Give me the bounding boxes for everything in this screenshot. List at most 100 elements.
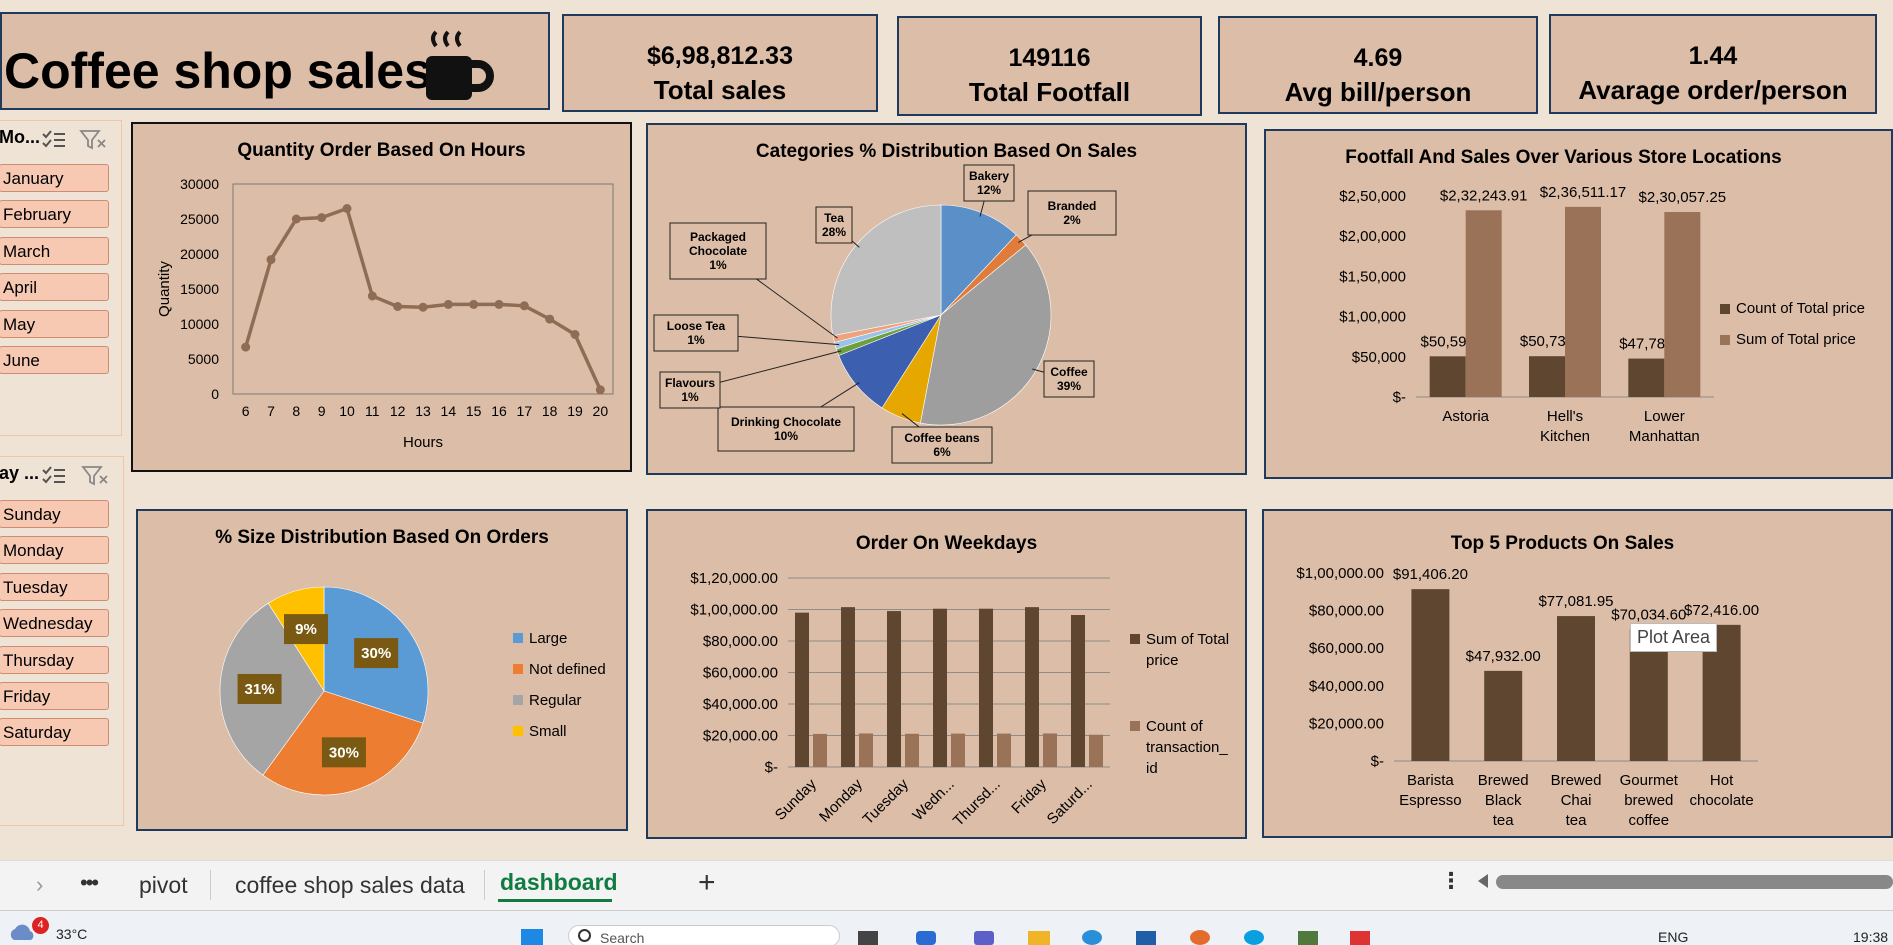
store-location-chart-panel[interactable]: Footfall And Sales Over Various Store Lo… [1264,129,1893,479]
y-tick-label: $40,000.00 [1309,678,1384,695]
bar [887,611,901,767]
slicer-item-saturday[interactable]: Saturday [0,718,109,746]
slice-percent-label: 10% [774,429,798,443]
plot-area [232,183,614,395]
x-tick-label: Chai [1561,792,1592,809]
legend-label: Large [529,630,567,647]
y-tick-label: $1,00,000.00 [1296,565,1384,582]
clear-filter-icon[interactable] [81,464,109,488]
legend-swatch [513,695,523,705]
slicer-item-wednesday[interactable]: Wednesday [0,609,109,637]
x-tick-label: 12 [390,403,406,419]
data-label: $2,30,057.25 [1639,189,1727,206]
slicer-item-april[interactable]: April [0,273,109,301]
x-tick-label: 8 [292,403,300,419]
top-products-chart-panel[interactable]: Top 5 Products On Sales $1,00,000.00 $80,… [1262,509,1893,838]
search-icon [578,929,591,942]
scroll-left-icon[interactable] [1478,874,1488,888]
x-tick-label: Saturd... [1044,776,1096,828]
taskbar-app-icon[interactable] [1082,930,1102,945]
taskbar-app-icon[interactable] [916,931,936,945]
x-tick-label: 9 [318,403,326,419]
weekday-chart-panel[interactable]: Order On Weekdays $1,20,000.00 $1,00,000.… [646,509,1247,839]
slice-name-label: Packaged [690,230,746,244]
data-point [545,314,555,324]
series-line [243,206,602,391]
slicer-item-tuesday[interactable]: Tuesday [0,573,109,601]
taskbar-app-icon[interactable] [1028,931,1050,945]
y-tick-label: $- [1393,389,1406,406]
data-point [494,299,504,309]
slice-name-label: Tea [824,211,844,225]
clock[interactable]: 19:38 [1853,929,1888,945]
add-sheet-icon[interactable]: + [698,866,716,900]
x-tick-label: 15 [466,403,482,419]
multi-select-icon[interactable] [41,465,67,487]
slice-name-label: Coffee [1050,365,1088,379]
bar [813,733,827,767]
slicer-item-february[interactable]: February [0,200,109,228]
tab-pivot[interactable]: pivot [139,872,188,899]
category-pie-chart: Bakery12% Branded2% Coffee39% Coffee beans6… [653,164,1117,464]
sheet-nav-next-icon[interactable]: › [36,872,43,898]
slice-name-label: Flavours [665,376,715,390]
slicer-item-sunday[interactable]: Sunday [0,500,109,528]
size-pie-chart-panel[interactable]: % Size Distribution Based On Orders 30% L… [136,509,628,831]
weather-temp: 33°C [56,926,88,942]
slicer-item-thursday[interactable]: Thursday [0,646,109,674]
taskbar-app-icon[interactable] [1136,931,1156,945]
y-tick-label: $20,000.00 [703,728,778,745]
legend-label: Sum of Total [1146,631,1229,648]
horizontal-scrollbar[interactable] [1496,875,1893,889]
legend-swatch [1130,721,1140,731]
kpi-label: Total sales [653,75,787,105]
x-tick-label: Thursd... [950,776,1004,830]
slicer-item-monday[interactable]: Monday [0,536,109,564]
more-sheets-icon[interactable]: ••• [80,870,99,896]
slicer-item-june[interactable]: June [0,346,109,374]
data-label: $72,416.00 [1684,602,1759,619]
windows-start-icon[interactable] [521,929,543,945]
x-tick-label: Astoria [1442,408,1489,425]
month-slicer[interactable]: Mo... January February March April May J… [0,120,122,436]
taskbar-app-icon[interactable] [1350,931,1370,945]
kpi-avg-order: 1.44 Avarage order/person [1549,14,1877,114]
bar [1484,670,1523,761]
x-tick-label: tea [1493,812,1515,829]
slicer-item-friday[interactable]: Friday [0,682,109,710]
more-options-icon[interactable]: ⋮ [1440,868,1462,894]
slicer-title: Mo... [0,127,40,147]
x-tick-label: 13 [415,403,431,419]
slicer-item-march[interactable]: March [0,237,109,265]
multi-select-icon[interactable] [41,129,67,151]
legend-label: Not defined [529,661,606,678]
category-pie-chart-panel[interactable]: Categories % Distribution Based On Sales… [646,123,1247,475]
taskbar-app-icon[interactable] [858,931,878,945]
tab-divider [484,870,485,900]
tab-divider [210,870,211,900]
taskbar-app-icon[interactable] [1244,930,1264,945]
data-label: 31% [245,681,275,698]
taskbar-app-icon[interactable] [1298,931,1318,945]
day-slicer[interactable]: ay ... Sunday Monday Tuesday Wednesday T… [0,456,124,826]
x-tick-label: 16 [491,403,507,419]
x-tick-label: Tuesday [860,775,913,828]
slice-percent-label: 6% [933,445,951,459]
x-tick-label: Espresso [1399,792,1462,809]
y-tick-label: $1,00,000.00 [690,602,778,619]
slicer-item-may[interactable]: May [0,310,109,338]
tab-coffee-shop-sales-data[interactable]: coffee shop sales data [235,872,465,899]
legend-swatch [1130,634,1140,644]
store-location-bar-chart: $2,50,000 $2,00,000 $1,50,000 $1,00,000 $50,… [1339,184,1865,445]
hours-line-chart-panel[interactable]: Quantity Order Based On Hours 30000 25000… [131,122,632,472]
top-products-bar-chart: $1,00,000.00 $80,000.00 $60,000.00 $40,000.… [1296,565,1759,829]
data-label: $2,32,243.91 [1440,187,1528,204]
slice-percent-label: 2% [1063,213,1081,227]
taskbar-app-icon[interactable] [1190,930,1210,945]
taskbar-app-icon[interactable] [974,931,994,945]
clear-filter-icon[interactable] [79,128,107,152]
slice-name-label: Loose Tea [667,319,726,333]
slicer-item-january[interactable]: January [0,164,109,192]
language-indicator[interactable]: ENG [1658,929,1688,945]
tab-dashboard[interactable]: dashboard [500,869,618,896]
